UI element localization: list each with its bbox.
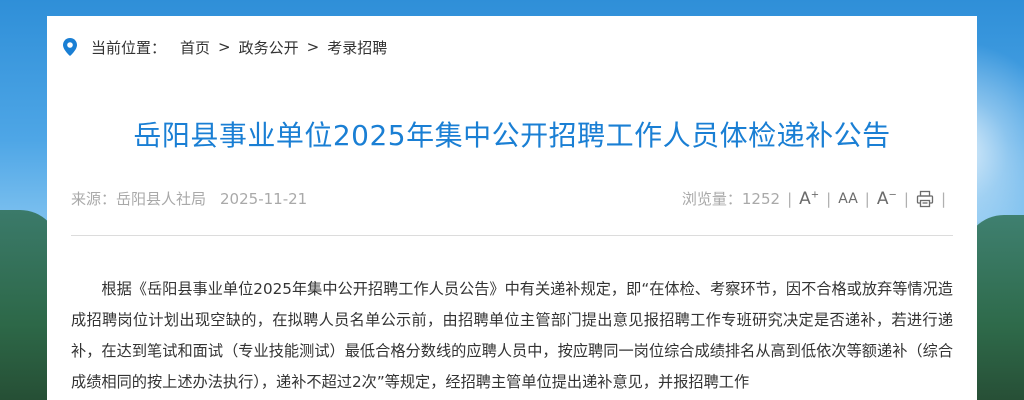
tool-divider: | <box>864 189 870 208</box>
tool-divider: | <box>826 189 832 208</box>
article-meta: 来源：岳阳县人社局 2025-11-21 <box>71 188 307 209</box>
breadcrumb-separator: > <box>306 38 320 56</box>
article-body: 根据《岳阳县事业单位2025年集中公开招聘工作人员公告》中有关递补规定，即“在体… <box>71 280 953 391</box>
article-panel: 当前位置： 首页 > 政务公开 > 考录招聘 岳阳县事业单位2025年集中公开招… <box>47 16 977 400</box>
article-source: 来源：岳阳县人社局 <box>71 190 207 208</box>
views-label: 浏览量： <box>681 190 742 208</box>
article-tools: 浏览量： 1252 | A+ | AA | A− | | <box>682 188 953 209</box>
breadcrumb-label: 当前位置： <box>91 38 167 57</box>
printer-icon[interactable] <box>916 190 934 208</box>
location-pin-icon <box>63 38 77 56</box>
article-date: 2025-11-21 <box>220 190 308 208</box>
breadcrumb: 当前位置： 首页 > 政务公开 > 考录招聘 <box>63 35 387 59</box>
header-divider <box>71 235 953 236</box>
font-reset-button[interactable]: AA <box>838 191 858 207</box>
breadcrumb-gov-affairs-link[interactable]: 政务公开 <box>239 37 299 58</box>
tool-divider: | <box>787 189 793 208</box>
tool-divider: | <box>940 189 946 208</box>
font-decrease-button[interactable]: A− <box>877 189 897 209</box>
views-count: 1252 <box>741 189 781 208</box>
breadcrumb-recruitment-link[interactable]: 考录招聘 <box>327 37 387 58</box>
font-increase-button[interactable]: A+ <box>799 189 819 209</box>
article-title: 岳阳县事业单位2025年集中公开招聘工作人员体检递补公告 <box>133 119 891 152</box>
breadcrumb-separator: > <box>218 38 231 56</box>
breadcrumb-home-link[interactable]: 首页 <box>180 37 210 58</box>
tool-divider: | <box>903 189 909 208</box>
